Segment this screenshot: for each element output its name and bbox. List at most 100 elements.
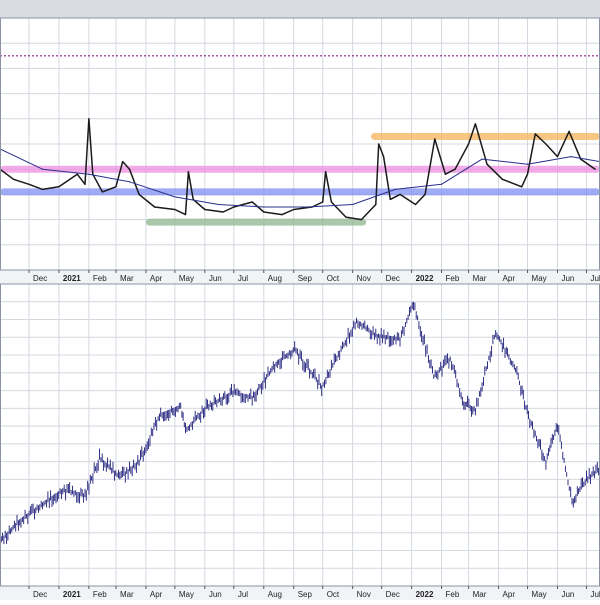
indicator-tick-label-16: Apr (503, 274, 516, 283)
price-tick-label-9: Sep (298, 590, 313, 599)
indicator-point-24 (282, 214, 283, 215)
indicator-point-13 (139, 194, 140, 195)
price-point-11 (204, 408, 205, 409)
price-tick-label-13: 2022 (416, 590, 434, 599)
indicator-point-1 (13, 179, 14, 180)
price-point-20 (400, 339, 401, 340)
indicator-point-43 (475, 123, 476, 124)
indicator-point-46 (521, 186, 522, 187)
indicator-point-2 (28, 184, 29, 185)
indicator-point-47 (527, 174, 528, 175)
indicator-point-41 (454, 169, 455, 170)
ma-point-3 (129, 181, 130, 182)
price-point-17 (341, 349, 342, 350)
indicator-point-4 (58, 186, 59, 187)
indicator-tick-label-15: Mar (473, 274, 487, 283)
indicator-point-32 (375, 204, 376, 205)
price-point-29 (545, 461, 546, 462)
price-point-8 (159, 415, 160, 416)
chart-svg: Dec 2021 Feb Mar Apr May Jun Jul Aug Sep Oct Nov Dec… (0, 0, 600, 600)
indicator-point-44 (486, 164, 487, 165)
indicator-point-51 (568, 131, 569, 132)
price-point-4 (85, 495, 86, 496)
indicator-point-11 (122, 161, 123, 162)
price-tick-label-14: Feb (446, 590, 460, 599)
price-point-19 (375, 335, 376, 336)
indicator-point-40 (445, 174, 446, 175)
price-tick-label-0: Dec (33, 590, 47, 599)
ma-point-5 (218, 204, 219, 205)
indicator-point-45 (502, 179, 503, 180)
indicator-point-33 (378, 143, 379, 144)
indicator-point-31 (361, 219, 362, 220)
price-point-16 (321, 387, 322, 388)
price-tick-label-19: Jul (590, 590, 600, 599)
price-tick-label-2: Feb (93, 590, 107, 599)
ma-point-8 (352, 204, 353, 205)
indicator-tick-label-8: Aug (268, 274, 282, 283)
indicator-tick-label-14: Feb (446, 274, 460, 283)
price-tick-label-17: May (532, 590, 547, 599)
ma-point-9 (395, 189, 396, 190)
indicator-point-9 (102, 191, 103, 192)
indicator-point-5 (77, 174, 78, 175)
ma-point-2 (88, 174, 89, 175)
indicator-point-50 (557, 156, 558, 157)
indicator-tick-label-1: 2021 (63, 274, 81, 283)
price-tick-label-15: Mar (473, 590, 487, 599)
price-point-14 (277, 362, 278, 363)
ma-point-6 (263, 206, 264, 207)
price-point-10 (185, 431, 186, 432)
ma-point-13 (570, 156, 571, 157)
indicator-point-25 (293, 209, 294, 210)
price-tick-label-4: Apr (150, 590, 163, 599)
ma-point-12 (527, 164, 528, 165)
price-point-15 (294, 349, 295, 350)
indicator-point-14 (154, 206, 155, 207)
indicator-tick-label-6: Jun (209, 274, 222, 283)
indicator-point-37 (415, 204, 416, 205)
indicator-tick-label-17: May (532, 274, 547, 283)
price-point-25 (475, 410, 476, 411)
indicator-tick-label-2: Feb (93, 274, 107, 283)
price-point-26 (495, 331, 496, 332)
indicator-point-19 (204, 209, 205, 210)
indicator-point-29 (331, 201, 332, 202)
price-tick-label-18: Jun (561, 590, 574, 599)
price-point-18 (356, 321, 357, 322)
indicator-point-49 (545, 143, 546, 144)
indicator-point-10 (115, 186, 116, 187)
indicator-zone-2 (0, 188, 600, 195)
indicator-tick-label-4: Apr (150, 274, 163, 283)
price-date-axis: Dec2021FebMarAprMayJunJulAugSepOctNovDec… (0, 586, 600, 600)
indicator-point-36 (399, 194, 400, 195)
price-point-22 (433, 376, 434, 377)
price-tick-label-5: May (179, 590, 194, 599)
price-tick-label-6: Jun (209, 590, 222, 599)
indicator-tick-label-7: Jul (238, 274, 248, 283)
price-point-32 (586, 479, 587, 480)
price-tick-label-3: Mar (120, 590, 134, 599)
indicator-tick-label-9: Sep (298, 274, 313, 283)
indicator-point-12 (129, 169, 130, 170)
indicator-point-20 (223, 211, 224, 212)
indicator-point-6 (84, 184, 85, 185)
indicator-point-17 (188, 171, 189, 172)
indicator-zone-3 (146, 219, 366, 226)
price-point-1 (18, 522, 19, 523)
indicator-point-23 (263, 211, 264, 212)
indicator-point-34 (383, 156, 384, 157)
indicator-tick-label-10: Oct (327, 274, 340, 283)
price-tick-label-12: Dec (386, 590, 400, 599)
price-point-7 (139, 461, 140, 462)
price-point-3 (62, 490, 63, 491)
price-tick-label-11: Nov (357, 590, 371, 599)
indicator-point-7 (88, 118, 89, 119)
ma-point-4 (174, 196, 175, 197)
indicator-tick-label-19: Jul (590, 274, 600, 283)
chart-background (0, 0, 600, 600)
indicator-point-38 (425, 194, 426, 195)
indicator-tick-label-5: May (179, 274, 194, 283)
indicator-zone-1 (0, 166, 600, 173)
indicator-point-35 (390, 199, 391, 200)
